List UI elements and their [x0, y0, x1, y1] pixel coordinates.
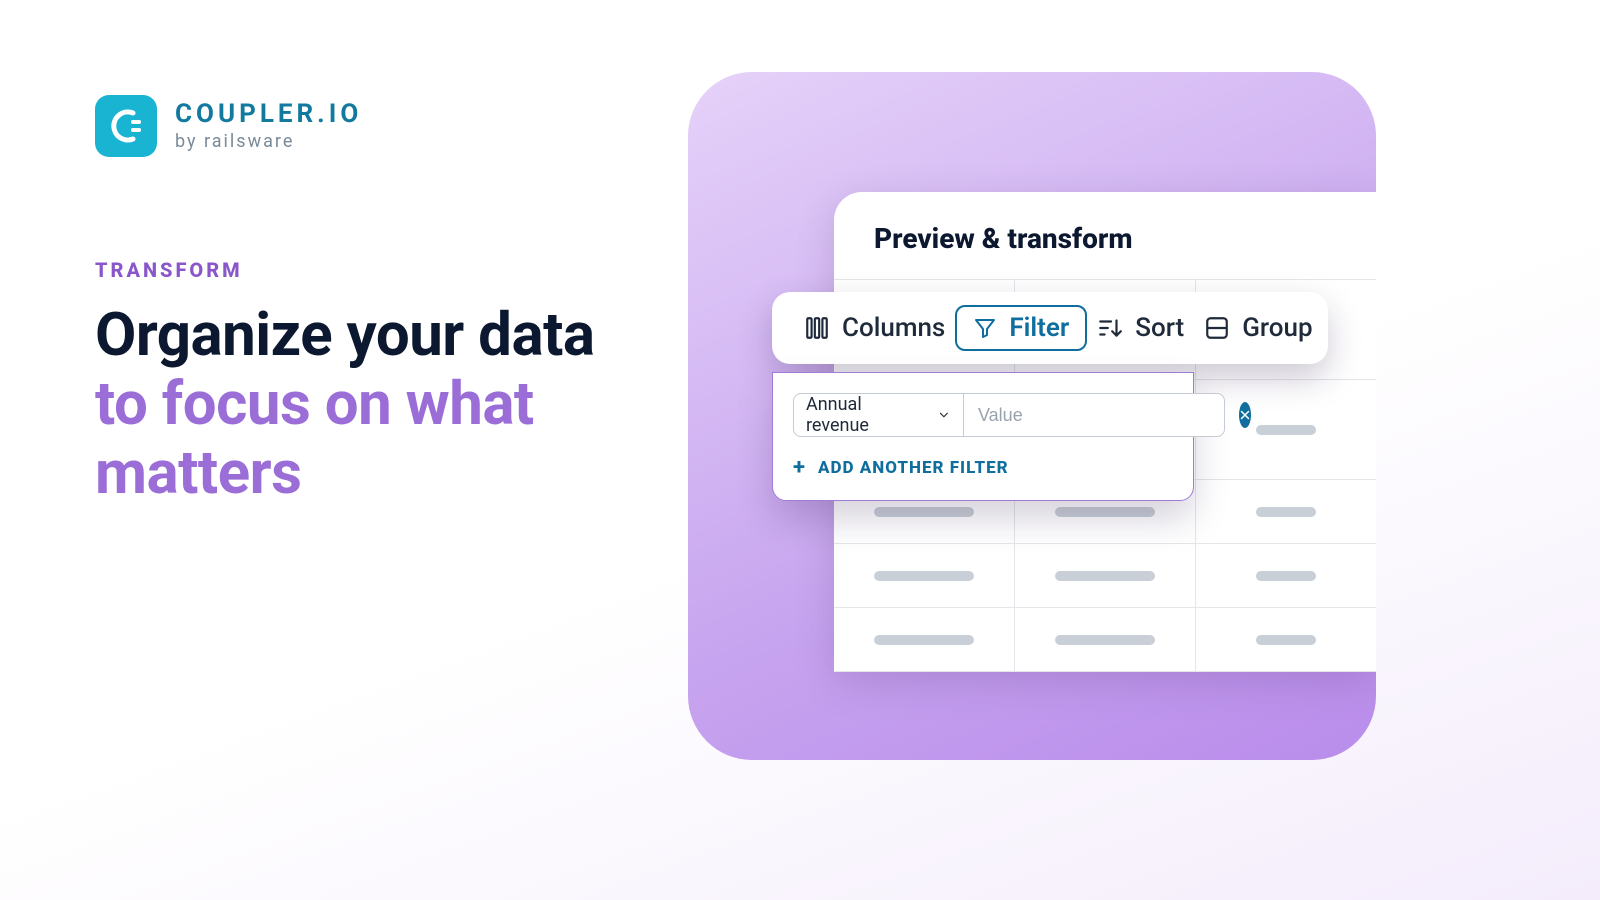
table-cell: [1196, 608, 1376, 671]
columns-icon: [804, 315, 830, 341]
filter-panel: Annual revenue + ADD ANOTHER FILTER: [772, 372, 1194, 501]
clear-filter-button[interactable]: [1239, 402, 1251, 428]
table-cell: [1196, 544, 1376, 607]
group-button[interactable]: Group: [1194, 305, 1322, 351]
table-cell: [834, 608, 1015, 671]
table-cell: [1015, 544, 1196, 607]
table-row: [834, 608, 1376, 672]
filter-label: Filter: [1009, 313, 1069, 343]
brand-logo: COUPLER.IO by railsware: [95, 95, 362, 157]
sort-icon: [1097, 315, 1123, 341]
filter-icon: [973, 316, 997, 340]
add-filter-button[interactable]: + ADD ANOTHER FILTER: [793, 455, 1173, 480]
group-icon: [1204, 315, 1230, 341]
headline-line-2: to focus on what matters: [95, 368, 534, 508]
headline: Organize your data to focus on what matt…: [95, 300, 655, 507]
headline-line-1: Organize your data: [95, 299, 594, 370]
chevron-down-icon: [937, 408, 951, 422]
columns-label: Columns: [842, 313, 945, 343]
filter-value-input[interactable]: [963, 393, 1225, 437]
table-cell: [834, 544, 1015, 607]
brand-subtitle: by railsware: [175, 133, 362, 151]
columns-button[interactable]: Columns: [794, 305, 955, 351]
eyebrow-label: TRANSFORM: [95, 258, 243, 282]
plus-icon: +: [793, 455, 806, 480]
illustration-stage: Preview & transform: [688, 72, 1376, 760]
coupler-icon: [109, 109, 143, 143]
brand-logo-mark: [95, 95, 157, 157]
transform-toolbar: Columns Filter Sort Group: [772, 292, 1328, 364]
add-filter-label: ADD ANOTHER FILTER: [818, 458, 1009, 478]
table-row: [834, 544, 1376, 608]
close-icon: [1239, 409, 1251, 421]
filter-button[interactable]: Filter: [955, 305, 1087, 351]
sort-button[interactable]: Sort: [1087, 305, 1194, 351]
table-cell: [1196, 480, 1376, 543]
filter-field-select[interactable]: Annual revenue: [793, 393, 963, 437]
table-cell: [1015, 608, 1196, 671]
filter-row: Annual revenue: [793, 393, 1173, 437]
group-label: Group: [1242, 313, 1312, 343]
preview-card-title: Preview & transform: [834, 192, 1376, 279]
filter-field-value: Annual revenue: [806, 394, 927, 436]
brand-title: COUPLER.IO: [175, 101, 362, 127]
sort-label: Sort: [1135, 313, 1184, 343]
